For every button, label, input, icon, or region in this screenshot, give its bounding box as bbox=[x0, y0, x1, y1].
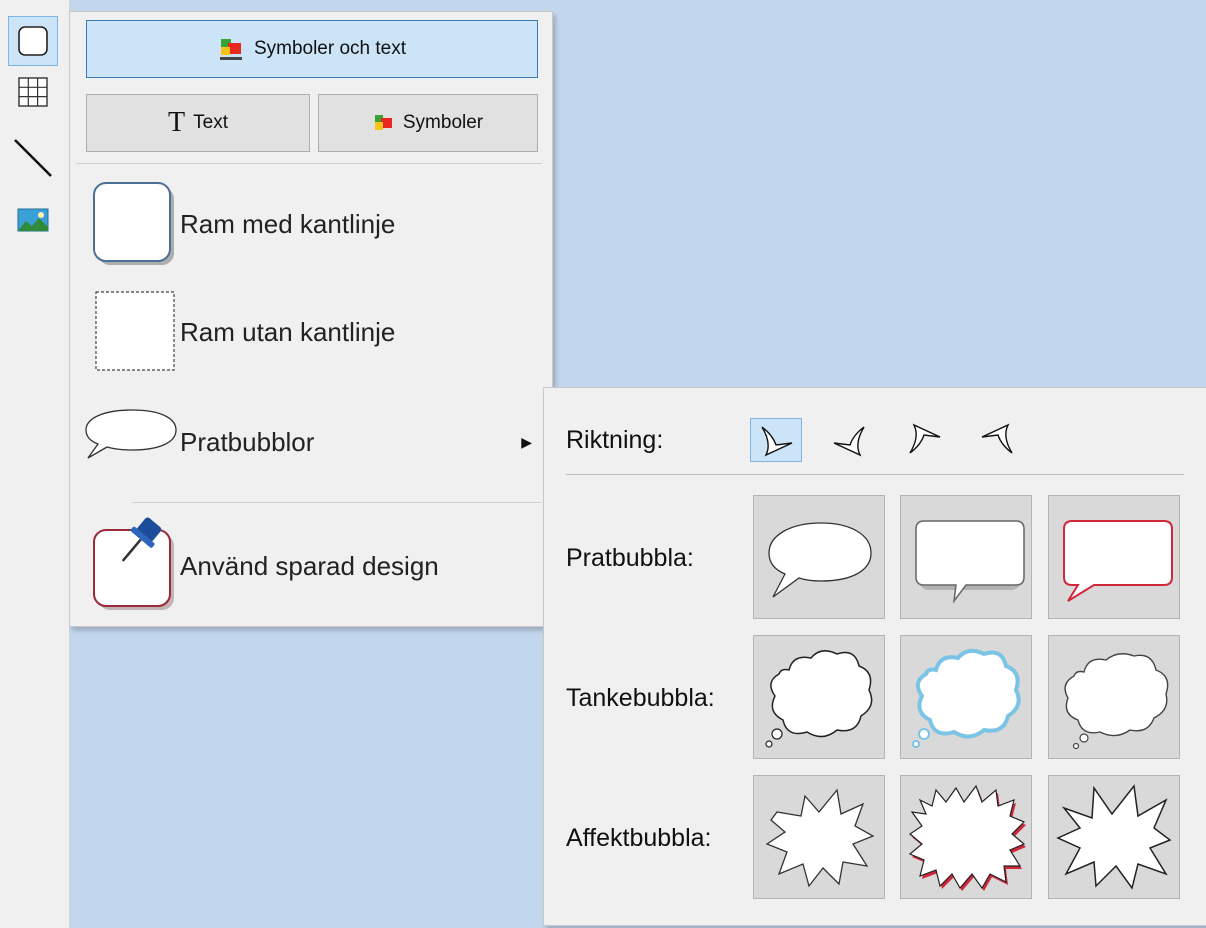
line-tool-button[interactable] bbox=[10, 136, 56, 180]
picture-icon bbox=[17, 208, 49, 232]
symbols-button[interactable]: Symboler bbox=[318, 94, 538, 152]
exclamation-bubble-black-option[interactable] bbox=[753, 775, 885, 899]
speech-bubble-submenu: Riktning: Pratbubbla: Tankebubbla: Affek… bbox=[543, 387, 1206, 926]
thought-bubble-gray-option[interactable] bbox=[1048, 635, 1180, 759]
submenu-arrow-icon: ▶ bbox=[521, 433, 532, 450]
symbols-and-text-label: Symboler och text bbox=[253, 38, 407, 59]
star-burst-bubble-icon bbox=[1056, 784, 1172, 890]
exclamation-bubble-red-option[interactable] bbox=[900, 775, 1032, 899]
menu-item-frame-without-border[interactable]: Ram utan kantlinje bbox=[76, 282, 546, 382]
table-grid-icon bbox=[18, 77, 48, 107]
exclamation-bubble-row-label: Affektbubbla: bbox=[566, 824, 712, 852]
symbols-icon bbox=[219, 39, 242, 60]
tail-up-right-icon bbox=[981, 423, 1013, 454]
bordered-frame-icon bbox=[76, 174, 180, 274]
burst-bubble-icon bbox=[765, 788, 875, 888]
menu-item-use-saved-design[interactable]: Använd sparad design bbox=[76, 516, 546, 616]
menu-item-label: Använd sparad design bbox=[180, 550, 439, 581]
shape-dropdown-menu: Symboler och text T Text Symboler Ram me… bbox=[69, 11, 553, 627]
menu-item-label: Ram utan kantlinje bbox=[180, 316, 396, 347]
tail-down-left-icon bbox=[761, 426, 793, 457]
tail-down-right-icon bbox=[833, 426, 865, 457]
direction-up-right-button[interactable] bbox=[972, 418, 1024, 462]
left-toolbar bbox=[0, 0, 70, 928]
oval-speech-bubble-icon bbox=[768, 522, 872, 598]
speech-bubble-oval-option[interactable] bbox=[753, 495, 885, 619]
symbols-icon bbox=[374, 115, 392, 130]
picture-tool-button[interactable] bbox=[10, 198, 56, 242]
thought-bubble-icon bbox=[765, 650, 873, 748]
menu-divider bbox=[76, 163, 542, 164]
table-tool-button[interactable] bbox=[10, 70, 56, 114]
menu-item-frame-with-border[interactable]: Ram med kantlinje bbox=[76, 174, 546, 274]
line-icon bbox=[14, 139, 52, 177]
speech-bubble-icon bbox=[76, 392, 180, 492]
menu-item-label: Pratbubblor bbox=[180, 426, 315, 457]
text-type-icon: T bbox=[168, 107, 186, 138]
menu-item-label: Ram med kantlinje bbox=[180, 208, 396, 239]
gray-thought-bubble-icon bbox=[1064, 653, 1169, 750]
speech-bubble-rectangle-option[interactable] bbox=[900, 495, 1032, 619]
symbols-and-text-button[interactable]: Symboler och text bbox=[86, 20, 538, 78]
frame-icon bbox=[18, 26, 48, 56]
saved-design-pin-icon bbox=[76, 516, 180, 616]
speech-bubble-red-option[interactable] bbox=[1048, 495, 1180, 619]
rectangle-speech-bubble-icon bbox=[915, 520, 1025, 604]
submenu-divider bbox=[566, 474, 1184, 475]
tail-up-left-icon bbox=[909, 423, 941, 454]
direction-label: Riktning: bbox=[566, 426, 664, 454]
frame-tool-button[interactable] bbox=[8, 16, 58, 66]
red-burst-bubble-icon bbox=[908, 784, 1026, 891]
direction-down-left-button[interactable] bbox=[750, 418, 802, 462]
text-button[interactable]: T Text bbox=[86, 94, 310, 152]
thought-bubble-row-label: Tankebubbla: bbox=[566, 684, 715, 712]
symbols-label: Symboler bbox=[402, 112, 484, 133]
thought-bubble-black-option[interactable] bbox=[753, 635, 885, 759]
exclamation-bubble-star-option[interactable] bbox=[1048, 775, 1180, 899]
text-label: Text bbox=[193, 112, 228, 133]
menu-divider bbox=[132, 502, 542, 503]
menu-item-speech-bubbles[interactable]: Pratbubblor ▶ bbox=[76, 390, 546, 494]
direction-up-left-button[interactable] bbox=[898, 418, 950, 462]
red-speech-bubble-icon bbox=[1063, 520, 1173, 602]
blue-thought-bubble-icon bbox=[912, 648, 1021, 748]
thought-bubble-blue-option[interactable] bbox=[900, 635, 1032, 759]
borderless-frame-icon bbox=[76, 282, 180, 382]
speech-bubble-row-label: Pratbubbla: bbox=[566, 544, 694, 572]
direction-down-right-button[interactable] bbox=[824, 418, 876, 462]
